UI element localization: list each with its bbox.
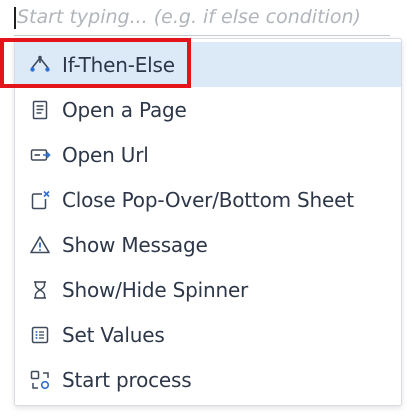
menu-item-if-then-else[interactable]: If-Then-Else <box>15 42 401 87</box>
menu-item-label: Start process <box>62 367 192 392</box>
list-icon <box>29 324 51 346</box>
menu-item-label: Set Values <box>62 322 165 347</box>
menu-item-set-values[interactable]: Set Values <box>15 312 401 357</box>
action-menu: If-Then-Else Open a Page Open Url Close … <box>14 38 402 406</box>
search-field[interactable] <box>14 0 390 36</box>
action-picker: If-Then-Else Open a Page <box>0 0 415 417</box>
text-caret <box>14 7 16 29</box>
menu-item-close-pop-over[interactable]: Close Pop-Over/Bottom Sheet <box>15 177 401 222</box>
menu-item-open-url[interactable]: Open Url <box>15 132 401 177</box>
menu-item-label: Close Pop-Over/Bottom Sheet <box>62 187 354 212</box>
menu-item-label: Open Url <box>62 142 149 167</box>
menu-item-label: Show/Hide Spinner <box>62 277 249 302</box>
search-input[interactable] <box>17 2 387 32</box>
menu-item-label: Show Message <box>62 232 208 257</box>
menu-item-show-message[interactable]: Show Message <box>15 222 401 267</box>
menu-item-show-hide-spinner[interactable]: Show/Hide Spinner <box>15 267 401 312</box>
hourglass-icon <box>29 279 51 301</box>
url-icon <box>29 144 51 166</box>
close-popover-icon <box>29 189 51 211</box>
warning-icon <box>29 234 51 256</box>
process-icon <box>29 369 51 391</box>
menu-item-start-process[interactable]: Start process <box>15 357 401 402</box>
branch-icon <box>29 54 51 76</box>
menu-item-label: Open a Page <box>62 97 187 122</box>
menu-item-open-a-page[interactable]: Open a Page <box>15 87 401 132</box>
menu-item-label: If-Then-Else <box>62 52 175 77</box>
page-icon <box>29 99 51 121</box>
